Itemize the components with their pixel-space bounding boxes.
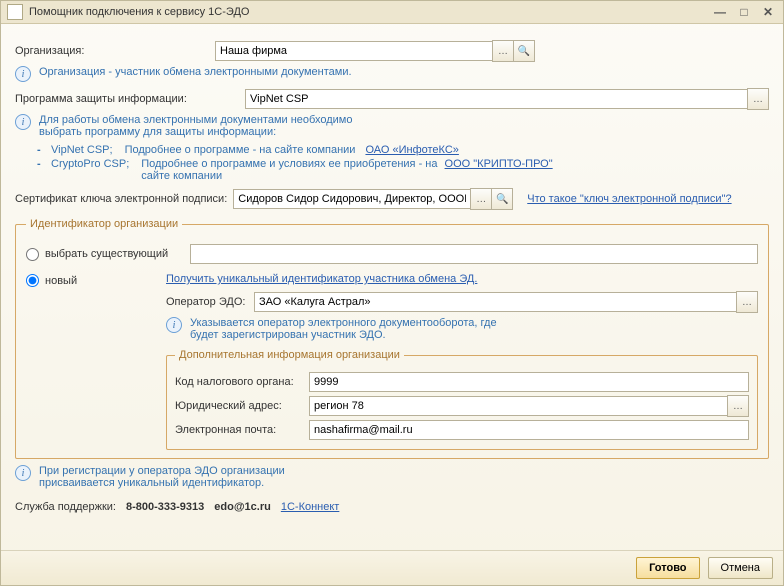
org-id-fieldset: Идентификатор организации выбрать сущест…	[15, 218, 769, 459]
org-label: Организация:	[15, 45, 215, 57]
email-label: Электронная почта:	[175, 424, 309, 436]
crypto-opt2-name: CryptoPro CSP;	[51, 158, 129, 170]
info-icon: i	[166, 317, 182, 333]
close-icon[interactable]: ✕	[759, 5, 777, 19]
org-input[interactable]	[215, 41, 493, 61]
operator-note: Указывается оператор электронного докуме…	[190, 317, 497, 341]
operator-note-a: Указывается оператор электронного докуме…	[190, 317, 497, 329]
crypto-opt1-name: VipNet CSP;	[51, 144, 113, 156]
cryptopro-link[interactable]: ООО "КРИПТО-ПРО"	[445, 158, 553, 170]
cert-label: Сертификат ключа электронной подписи:	[15, 193, 227, 205]
email-input[interactable]	[309, 420, 749, 440]
addr-select-button[interactable]: …	[727, 395, 749, 417]
info-icon: i	[15, 465, 31, 481]
crypto-label: Программа защиты информации:	[15, 93, 245, 105]
done-button[interactable]: Готово	[636, 557, 699, 579]
org-note: Организация - участник обмена электронны…	[39, 66, 352, 82]
tax-label: Код налогового органа:	[175, 376, 309, 388]
window: Помощник подключения к сервису 1С-ЭДО — …	[0, 0, 784, 586]
maximize-icon[interactable]: □	[735, 5, 753, 19]
extra-info-legend: Дополнительная информация организации	[175, 349, 404, 361]
minimize-icon[interactable]: —	[711, 5, 729, 19]
title-bar: Помощник подключения к сервису 1С-ЭДО — …	[1, 1, 783, 24]
addr-input[interactable]	[309, 396, 728, 416]
org-select-button[interactable]: …	[492, 40, 514, 62]
operator-input[interactable]	[254, 292, 737, 312]
existing-id-input[interactable]	[190, 244, 758, 264]
org-search-icon[interactable]: 🔍	[513, 40, 535, 62]
crypto-note: Для работы обмена электронными документа…	[39, 114, 352, 138]
vipnet-link[interactable]: ОАО «ИнфотеКС»	[365, 144, 458, 156]
operator-label: Оператор ЭДО:	[166, 296, 254, 308]
app-icon	[7, 4, 23, 20]
support-phone: 8-800-333-9313	[126, 501, 204, 513]
info-icon: i	[15, 66, 31, 82]
operator-select-button[interactable]: …	[736, 291, 758, 313]
cert-select-button[interactable]: …	[470, 188, 492, 210]
radio-new[interactable]	[26, 274, 39, 287]
content-area: Организация: … 🔍 i Организация - участни…	[1, 24, 783, 550]
window-title: Помощник подключения к сервису 1С-ЭДО	[29, 6, 705, 18]
crypto-opt2-text-a: Подробнее о программе и условиях ее прио…	[141, 158, 437, 170]
tax-input[interactable]	[309, 372, 749, 392]
crypto-note-line1: Для работы обмена электронными документа…	[39, 114, 352, 126]
cert-search-icon[interactable]: 🔍	[491, 188, 513, 210]
crypto-select-button[interactable]: …	[747, 88, 769, 110]
cancel-button[interactable]: Отмена	[708, 557, 773, 579]
reg-note-a: При регистрации у оператора ЭДО организа…	[39, 465, 285, 477]
operator-note-b: будет зарегистрирован участник ЭДО.	[190, 329, 497, 341]
reg-note-b: присваивается уникальный идентификатор.	[39, 477, 285, 489]
get-id-link[interactable]: Получить уникальный идентификатор участн…	[166, 273, 477, 285]
dash-icon: -	[37, 144, 45, 156]
radio-existing[interactable]	[26, 248, 39, 261]
support-link[interactable]: 1С-Коннект	[281, 501, 340, 513]
radio-new-label: новый	[45, 275, 77, 287]
addr-label: Юридический адрес:	[175, 400, 309, 412]
crypto-opt1-text: Подробнее о программе - на сайте компани…	[125, 144, 356, 156]
cert-input[interactable]	[233, 189, 471, 209]
extra-info-fieldset: Дополнительная информация организации Ко…	[166, 349, 758, 450]
support-email: edo@1c.ru	[214, 501, 271, 513]
cert-help-link[interactable]: Что такое "ключ электронной подписи"?	[527, 193, 731, 205]
org-id-legend: Идентификатор организации	[26, 218, 182, 230]
info-icon: i	[15, 114, 31, 130]
dash-icon: -	[37, 158, 45, 170]
radio-existing-label: выбрать существующий	[45, 248, 168, 260]
crypto-opt2-text-b: сайте компании	[141, 170, 552, 182]
reg-note: При регистрации у оператора ЭДО организа…	[39, 465, 285, 489]
crypto-input[interactable]	[245, 89, 748, 109]
support-label: Служба поддержки:	[15, 501, 116, 513]
crypto-note-line2: выбрать программу для защиты информации:	[39, 126, 352, 138]
footer-bar: Готово Отмена	[1, 550, 783, 585]
